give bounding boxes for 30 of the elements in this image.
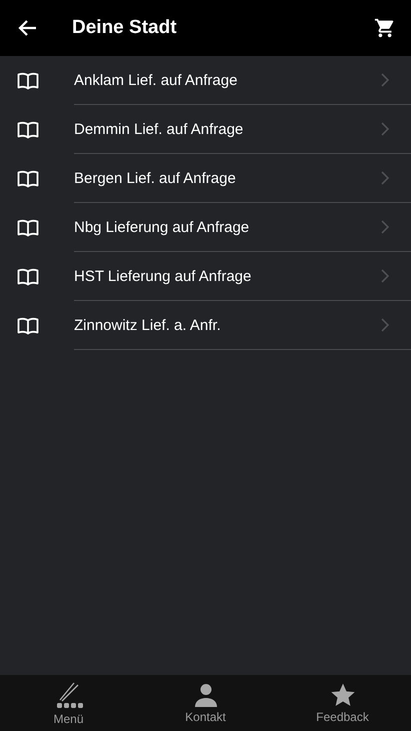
list-item[interactable]: HST Lieferung auf Anfrage [0, 252, 411, 301]
tab-bar-item[interactable]: Feedback [274, 675, 411, 731]
book-icon [17, 218, 39, 236]
chevron-icon [381, 122, 389, 136]
chevron-icon [381, 269, 389, 283]
list-item[interactable]: Demmin Lief. auf Anfrage [0, 105, 411, 154]
item-label: Nbg Lieferung auf Anfrage [74, 218, 250, 236]
list-item[interactable]: Zinnowitz Lief. a. Anfr. [0, 301, 411, 350]
book-icon [17, 316, 39, 334]
book-icon [17, 268, 39, 286]
book-icon [17, 120, 39, 138]
chevron-icon [381, 318, 389, 332]
person-icon [192, 682, 218, 708]
item-label: Zinnowitz Lief. a. Anfr. [74, 316, 222, 334]
list-item[interactable]: Bergen Lief. auf Anfrage [0, 154, 411, 203]
star-icon [330, 682, 356, 708]
chevron-icon [381, 171, 389, 185]
item-label: Bergen Lief. auf Anfrage [74, 170, 237, 186]
tab-bar-item[interactable]: Kontakt [137, 675, 274, 731]
page-title: Deine Stadt [72, 17, 178, 39]
list-item[interactable]: Nbg Lieferung auf Anfrage [0, 203, 411, 252]
item-label: Anklam Lief. auf Anfrage [74, 72, 238, 88]
book-icon [17, 72, 39, 90]
item-label: HST Lieferung auf Anfrage [74, 268, 252, 284]
item-label: Demmin Lief. auf Anfrage [74, 120, 244, 138]
list-item[interactable]: Anklam Lief. auf Anfrage [0, 56, 411, 105]
chevron-icon [381, 220, 389, 234]
tab-bar-item[interactable]: Menü [0, 675, 137, 731]
book-icon [17, 170, 39, 188]
chevron-icon [381, 73, 389, 87]
